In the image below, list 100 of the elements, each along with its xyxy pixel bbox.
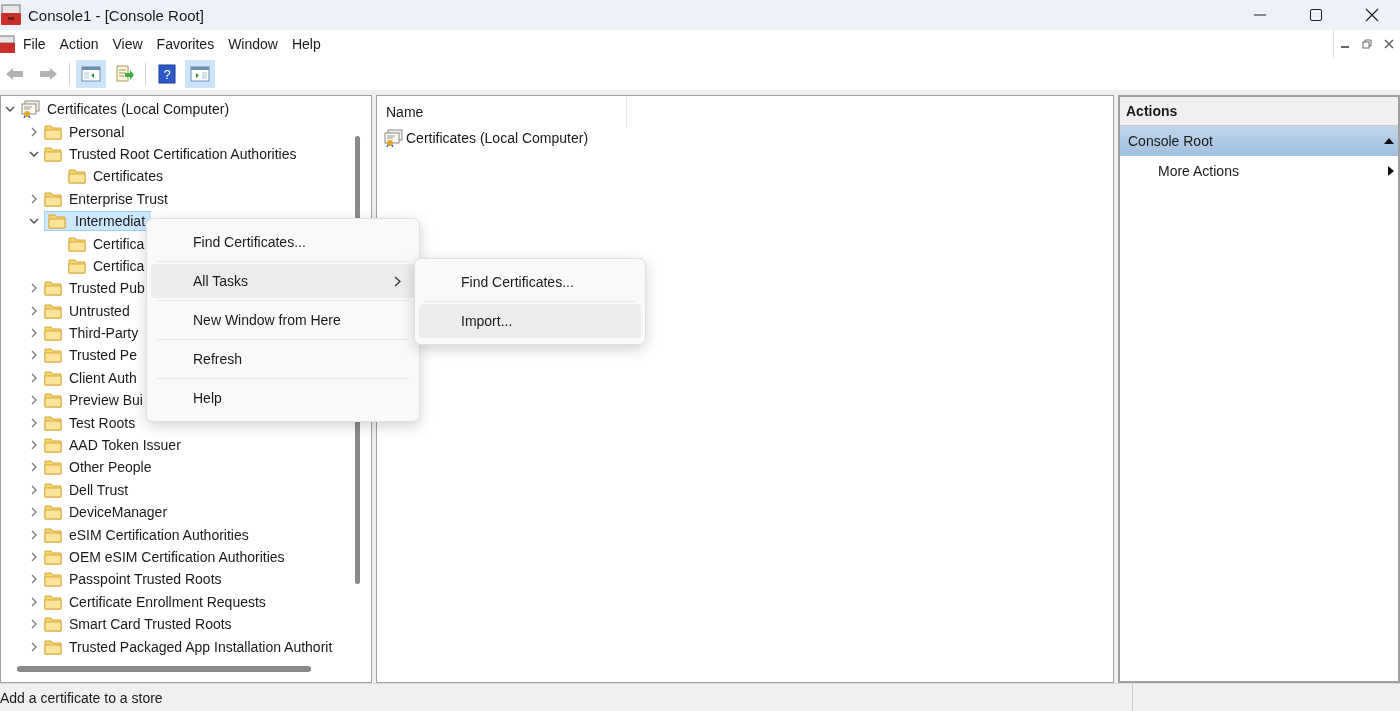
toolbar-button[interactable]: ? xyxy=(152,60,182,88)
tree-item[interactable]: Client Auth xyxy=(65,367,141,388)
chevron-right-icon[interactable] xyxy=(29,574,39,585)
tree-item[interactable]: Other People xyxy=(65,457,156,478)
scrollbar-thumb[interactable] xyxy=(17,666,311,672)
maximize-icon[interactable] xyxy=(1309,8,1323,22)
chevron-right-icon[interactable] xyxy=(29,372,39,383)
chevron-right-icon[interactable] xyxy=(29,552,39,562)
tree-item[interactable]: Preview Bui xyxy=(65,390,147,411)
tree-item[interactable]: Trusted Packaged App Installation Authorit xyxy=(65,636,337,657)
folder-icon xyxy=(44,280,62,297)
tree-item[interactable]: Certificates (Local Computer) xyxy=(43,99,234,120)
tree-item[interactable]: Trusted Pub xyxy=(65,278,149,299)
tree-item[interactable]: Certificate Enrollment Requests xyxy=(65,591,270,612)
folder-icon xyxy=(44,549,62,565)
folder-icon xyxy=(44,571,62,588)
chevron-right-icon[interactable] xyxy=(29,395,39,406)
tree-item[interactable]: DeviceManager xyxy=(65,502,172,523)
chevron-right-icon[interactable] xyxy=(29,328,39,339)
folder-icon xyxy=(68,257,86,274)
menu-item[interactable]: Import... xyxy=(419,304,641,338)
chevron-right-icon[interactable] xyxy=(29,619,39,630)
menu-item[interactable]: Help xyxy=(151,381,415,415)
chevron-right-icon xyxy=(394,275,401,287)
menu-item[interactable]: All Tasks xyxy=(151,264,415,298)
help-icon: ? xyxy=(157,64,177,84)
chevron-right-icon[interactable] xyxy=(29,193,39,204)
folder-icon xyxy=(44,392,62,409)
section-title: Console Root xyxy=(1128,133,1213,149)
chevron-right-icon[interactable] xyxy=(29,484,39,495)
action-link[interactable]: More Actions xyxy=(1158,163,1239,179)
chevron-right-icon[interactable] xyxy=(29,641,39,652)
restore-icon[interactable] xyxy=(1362,39,1372,49)
chevron-right-icon[interactable] xyxy=(29,529,39,540)
tree-item[interactable]: Enterprise Trust xyxy=(65,188,172,209)
chevron-right-icon[interactable] xyxy=(29,417,39,428)
chevron-right-icon[interactable] xyxy=(29,305,39,316)
folder-icon xyxy=(44,481,62,498)
action-pane-icon xyxy=(190,64,210,84)
folder-icon xyxy=(68,235,86,252)
menu-item[interactable]: Favorites xyxy=(149,36,222,52)
chevron-right-icon[interactable] xyxy=(29,440,39,451)
folder-icon xyxy=(44,414,62,431)
app-icon xyxy=(0,4,22,26)
tree-item[interactable]: Passpoint Trusted Roots xyxy=(65,569,226,590)
tree-item[interactable]: AAD Token Issuer xyxy=(65,435,185,456)
tree-item[interactable]: Personal xyxy=(65,121,129,142)
toolbar-button[interactable] xyxy=(76,60,106,88)
toolbar-button[interactable] xyxy=(185,60,215,88)
tree-item[interactable]: Trusted Pe xyxy=(65,345,141,366)
chevron-right-icon[interactable] xyxy=(29,350,39,361)
window-title: Console1 - [Console Root] xyxy=(28,6,205,24)
menu-item[interactable]: Refresh xyxy=(151,342,415,376)
tree-item[interactable]: Certificates xyxy=(89,166,168,187)
folder-icon xyxy=(44,190,62,207)
chevron-right-icon[interactable] xyxy=(29,283,39,294)
chevron-right-icon[interactable] xyxy=(29,126,39,137)
folder-icon xyxy=(44,145,62,162)
tree-item[interactable]: Test Roots xyxy=(65,412,140,433)
menu-item[interactable]: New Window from Here xyxy=(151,303,415,337)
folder-icon xyxy=(44,459,62,476)
menu-item[interactable]: Find Certificates... xyxy=(151,225,415,259)
folder-icon xyxy=(44,593,62,610)
export-list-icon xyxy=(114,64,134,84)
tree-item[interactable]: Untrusted xyxy=(65,300,134,321)
column-header[interactable]: Name xyxy=(377,96,627,128)
tree-item[interactable]: Dell Trust xyxy=(65,479,133,500)
folder-icon xyxy=(48,213,66,230)
folder-icon xyxy=(44,347,62,364)
chevron-right-icon[interactable] xyxy=(29,596,39,607)
folder-icon xyxy=(44,302,62,319)
folder-icon xyxy=(44,616,62,633)
status-text: Add a certificate to a store xyxy=(0,684,1133,711)
folder-icon xyxy=(44,638,62,655)
chevron-right-icon[interactable] xyxy=(29,462,39,473)
menu-item[interactable]: Find Certificates... xyxy=(419,265,641,299)
tree-item[interactable]: Certifica xyxy=(89,255,149,276)
tree-item[interactable]: Certifica xyxy=(89,233,149,254)
menu-item[interactable]: Action xyxy=(52,36,106,52)
menu-item[interactable]: View xyxy=(105,36,150,52)
certificate-store-icon xyxy=(20,100,40,119)
menu-item[interactable]: Window xyxy=(221,36,285,52)
close-icon[interactable] xyxy=(1365,8,1379,22)
folder-icon xyxy=(44,123,62,140)
actions-header: Actions xyxy=(1120,97,1398,126)
tree-item[interactable]: Trusted Root Certification Authorities xyxy=(65,143,301,164)
tree-item[interactable]: Smart Card Trusted Roots xyxy=(65,614,236,635)
menu-item[interactable]: Help xyxy=(284,36,328,52)
list-item[interactable]: Certificates (Local Computer) xyxy=(406,130,589,146)
tree-item[interactable]: OEM eSIM Certification Authorities xyxy=(65,547,289,567)
actions-section-header[interactable]: Console Root xyxy=(1120,126,1398,156)
chevron-right-icon[interactable] xyxy=(29,507,39,518)
collapse-triangle-icon[interactable] xyxy=(1384,137,1394,145)
folder-icon xyxy=(44,369,62,386)
tree-item[interactable]: Intermediat xyxy=(44,211,152,232)
tree-item[interactable]: Third-Party xyxy=(65,323,143,344)
folder-icon xyxy=(44,526,62,543)
menu-item[interactable]: File xyxy=(16,36,53,52)
tree-item[interactable]: eSIM Certification Authorities xyxy=(65,524,253,545)
tree-pane-icon xyxy=(81,64,101,84)
